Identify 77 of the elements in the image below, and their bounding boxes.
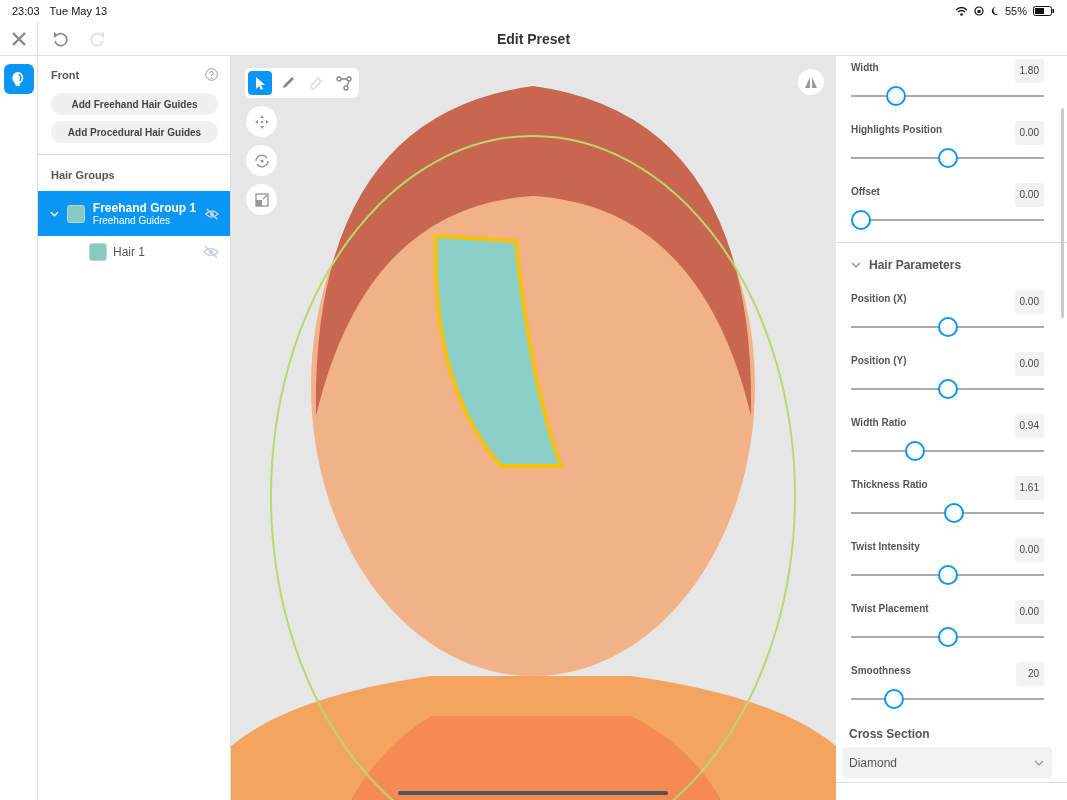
slider-label: Offset [851, 186, 880, 197]
slider-track[interactable] [851, 627, 1044, 647]
battery-icon [1033, 6, 1055, 16]
scale-icon [252, 190, 271, 209]
slider-thumb[interactable] [937, 148, 958, 168]
slider-track[interactable] [851, 148, 1044, 168]
slider-track[interactable] [851, 689, 1044, 709]
lock-rotation-icon [973, 6, 984, 16]
slider-label: Width Ratio [851, 417, 907, 428]
color-swatch [66, 204, 85, 223]
tool-button[interactable] [248, 71, 272, 95]
hair-mode-button[interactable] [3, 64, 34, 94]
slider-track[interactable] [851, 86, 1044, 106]
transform-button[interactable] [246, 184, 277, 215]
value-field[interactable]: 0.00 [1014, 538, 1044, 562]
mirror-button[interactable] [798, 69, 824, 95]
group-subtitle: Freehand Guides [92, 215, 172, 226]
slider-label: Smoothness [851, 665, 911, 676]
close-icon[interactable] [10, 30, 27, 47]
head-icon [11, 71, 26, 87]
add-guides-button[interactable]: Add Freehand Hair Guides [51, 93, 218, 115]
value-field[interactable]: 1.61 [1014, 476, 1044, 500]
group-name: Freehand Group 1 [92, 201, 197, 215]
value-field[interactable]: 0.00 [1014, 121, 1044, 145]
slider-track[interactable] [851, 317, 1044, 337]
undo-icon[interactable] [52, 29, 68, 48]
value-field[interactable]: 0.00 [1014, 183, 1044, 207]
slider-track[interactable] [851, 379, 1044, 399]
clock-time: 23:03 [12, 5, 40, 17]
value-field[interactable]: 0.00 [1014, 290, 1044, 314]
slider-thumb[interactable] [851, 210, 871, 230]
section-title: Front [51, 68, 80, 81]
slider-track[interactable] [851, 565, 1044, 585]
battery-percentage: 55% [1004, 5, 1027, 17]
slider-thumb[interactable] [937, 565, 958, 585]
slider-track[interactable] [851, 210, 1044, 230]
cross-section-dropdown[interactable]: Diamond [842, 747, 1052, 778]
section-title: Hair Groups [50, 168, 116, 183]
slider-label: Width [851, 62, 879, 73]
chevron-icon[interactable] [851, 260, 861, 270]
field-label: Cross Section [848, 727, 931, 743]
transform-button[interactable] [246, 145, 277, 176]
slider-label: Twist Intensity [851, 541, 920, 552]
slider-label: Thickness Ratio [851, 479, 928, 490]
help-icon[interactable] [205, 68, 218, 81]
transform-button[interactable] [246, 106, 277, 137]
value-field[interactable]: 1.80 [1014, 59, 1044, 83]
slider-thumb[interactable] [937, 379, 958, 399]
wifi-icon [954, 6, 968, 16]
slider-label: Highlights Position [851, 124, 943, 135]
section-title: Hair Parameters [869, 258, 962, 272]
hair-name: Hair 1 [113, 244, 146, 259]
value-field[interactable]: 0.00 [1014, 600, 1044, 624]
moon-icon [989, 6, 999, 16]
slider-track[interactable] [851, 503, 1044, 523]
value-field[interactable]: 0.00 [1014, 352, 1044, 376]
slider-thumb[interactable] [883, 689, 904, 709]
date-text: Tue May 13 [49, 5, 108, 17]
slider-label: Position (Y) [851, 355, 907, 366]
slider-thumb[interactable] [937, 317, 958, 337]
slider-thumb[interactable] [885, 86, 906, 106]
value-field[interactable]: 20 [1016, 662, 1044, 686]
eraser-icon [307, 74, 325, 92]
slider-thumb[interactable] [937, 627, 958, 647]
color-swatch [89, 242, 107, 261]
value-field[interactable]: 0.94 [1014, 414, 1044, 438]
slider-label: Position (X) [851, 293, 907, 304]
add-guides-button[interactable]: Add Procedural Hair Guides [51, 121, 218, 143]
slider-thumb[interactable] [944, 503, 965, 523]
mirror-icon [804, 75, 818, 89]
nodes-icon [335, 74, 353, 92]
hair-row[interactable]: Hair 1 [38, 236, 230, 267]
slider-label: Twist Placement [851, 603, 929, 614]
slider-thumb[interactable] [904, 441, 925, 461]
eye-slash-icon[interactable] [202, 243, 220, 260]
screen-title: Edit Preset [496, 30, 571, 47]
slider-track[interactable] [851, 441, 1044, 461]
